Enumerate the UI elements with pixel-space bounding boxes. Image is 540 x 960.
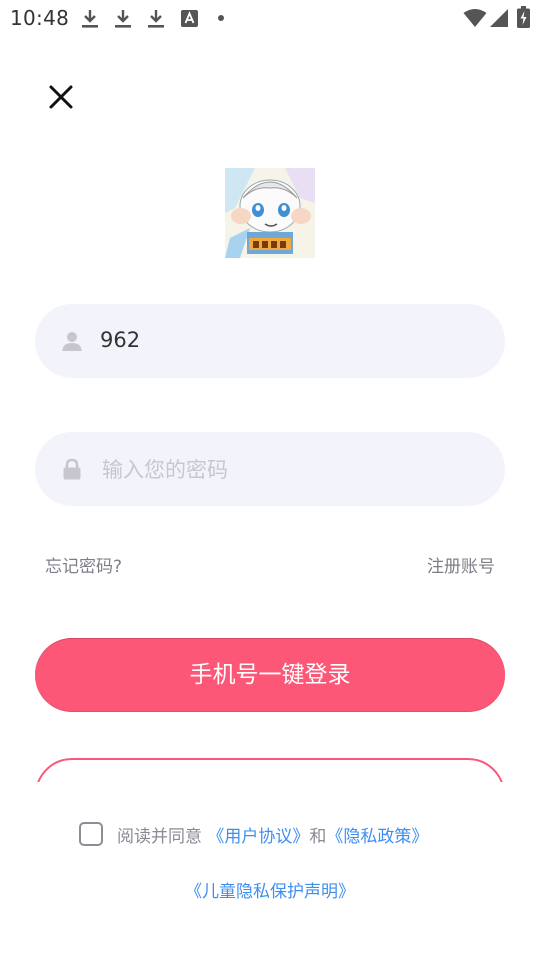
agreement-prefix: 阅读并同意 xyxy=(117,827,202,847)
password-field[interactable] xyxy=(35,432,505,506)
download-icon xyxy=(82,10,98,28)
secondary-button-clip xyxy=(30,752,510,782)
privacy-policy-link[interactable]: 《隐私政策》 xyxy=(326,827,428,847)
agreement-text: 阅读并同意 《用户协议》和《隐私政策》 xyxy=(117,822,428,847)
forgot-password-link[interactable]: 忘记密码? xyxy=(45,552,122,577)
user-icon xyxy=(62,332,82,351)
status-time: 10:48 xyxy=(10,6,70,30)
one-click-login-button[interactable]: 手机号一键登录 xyxy=(35,638,505,712)
close-icon[interactable] xyxy=(44,80,78,114)
register-link[interactable]: 注册账号 xyxy=(427,552,495,577)
password-input[interactable] xyxy=(100,450,484,490)
agreement-checkbox[interactable] xyxy=(79,822,103,846)
battery-charging-icon xyxy=(517,6,530,28)
notification-dot xyxy=(218,15,224,21)
username-value[interactable]: 962 xyxy=(100,328,140,352)
status-bar: 10:48 xyxy=(0,0,540,36)
avatar xyxy=(225,168,315,258)
child-privacy-link[interactable]: 《儿童隐私保护声明》 xyxy=(0,877,540,902)
username-field[interactable]: 962 xyxy=(35,304,505,378)
download-icon xyxy=(115,10,131,28)
wifi-icon xyxy=(463,9,487,27)
secondary-login-button[interactable] xyxy=(35,758,505,782)
agreement-and: 和 xyxy=(309,827,327,847)
user-agreement-link[interactable]: 《用户协议》 xyxy=(207,827,309,847)
signal-icon xyxy=(490,9,508,27)
lock-icon xyxy=(63,458,81,480)
download-icon xyxy=(148,10,164,28)
font-icon xyxy=(181,10,198,27)
